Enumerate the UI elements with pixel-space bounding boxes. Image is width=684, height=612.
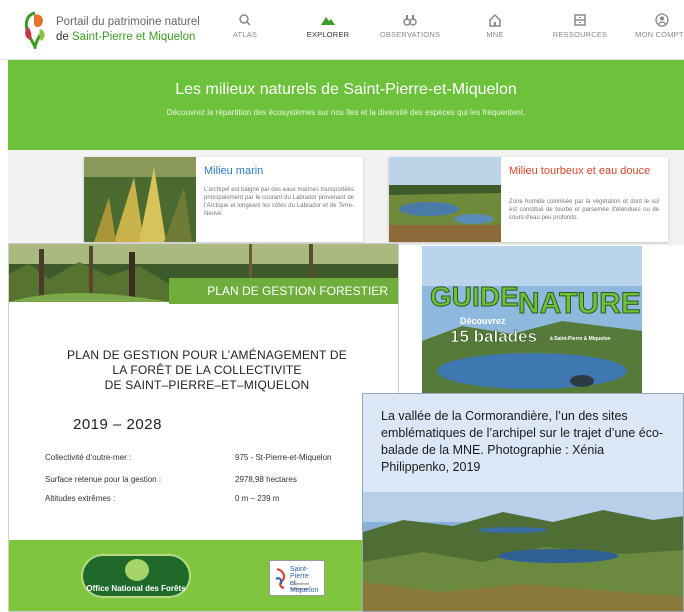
nav-observations-label: OBSERVATIONS — [379, 30, 441, 39]
spm-logo-line1: Saint-Pierre — [290, 566, 309, 580]
card-tourbeux-title: Milieu tourbeux et eau douce — [509, 165, 651, 177]
peat-thumbnail-image — [389, 157, 501, 242]
nav-explorer-label: EXPLORER — [306, 30, 350, 39]
card-marin-title: Milieu marin — [204, 165, 264, 177]
plan-years: 2019 – 2028 — [73, 416, 162, 433]
spm-logo-line3: Collectivité Territoriale — [290, 581, 310, 591]
nav-atlas-label: ATLAS — [232, 30, 258, 39]
plan-row-value: 0 m – 239 m — [235, 494, 280, 503]
plan-band: PLAN DE GESTION FORESTIER — [169, 278, 398, 304]
nav-mne[interactable]: MNE — [455, 12, 535, 39]
mountain-icon — [321, 17, 335, 25]
hero-subtitle: Découvrez la répartition des écosystèmes… — [166, 108, 526, 117]
search-icon — [239, 14, 251, 26]
nav-mon-compte-label: MON COMPTE — [635, 30, 684, 39]
plan-title-line2: LA FORÊT DE LA COLLECTIVITE — [112, 363, 302, 377]
nav-mon-compte[interactable]: MON COMPTE — [622, 12, 684, 39]
card-milieu-marin[interactable]: Milieu marin L'archipel est baigné par d… — [84, 157, 363, 242]
hero-title: Les milieux naturels de Saint-Pierre-et-… — [175, 81, 517, 98]
guide-title-word1: GUIDE — [430, 281, 519, 312]
guide-nature-cover: GUIDE NATURE Découvrez 15 balades à Sain… — [422, 246, 642, 398]
nav-observations[interactable]: OBSERVATIONS — [370, 12, 450, 39]
card-marin-text: L'archipel est baigné par des eaux marin… — [204, 187, 354, 217]
nav-ressources-label: RESSOURCES — [552, 30, 608, 39]
plan-title-line1: PLAN DE GESTION POUR L’AMÉNAGEMENT DE — [67, 348, 347, 362]
nav-atlas[interactable]: ATLAS — [205, 12, 285, 39]
plan-row-label: Surface retenue pour la gestion : — [45, 475, 162, 484]
photo-caption: La vallée de la Cormorandière, l’un des … — [381, 409, 664, 474]
spm-emblem-icon — [275, 567, 286, 589]
nav-mne-label: MNE — [486, 30, 504, 39]
user-icon — [655, 13, 669, 27]
onf-logo-text: Office National des Forêts — [86, 584, 186, 593]
forest-plan-document: PLAN DE GESTION FORESTIER PLAN DE GESTIO… — [8, 243, 399, 612]
card-milieu-tourbeux[interactable]: Milieu tourbeux et eau douce Zone humide… — [389, 157, 668, 242]
plan-footer: Office National des Forêts Saint-Pierre … — [9, 540, 398, 611]
archive-icon — [574, 14, 586, 26]
plan-row-collectivite: Collectivité d’outre-mer : 975 - St-Pier… — [45, 453, 331, 462]
guide-nature-cover-image: GUIDE NATURE Découvrez 15 balades à Sain… — [422, 246, 642, 398]
top-navigation-bar: Portail du patrimoine naturel de Saint-P… — [0, 0, 684, 60]
nav-ressources[interactable]: RESSOURCES — [540, 12, 620, 39]
plan-title-line3: DE SAINT–PIERRE–ET–MIQUELON — [104, 378, 310, 392]
house-icon — [489, 13, 501, 27]
plan-title: PLAN DE GESTION POUR L’AMÉNAGEMENT DE LA… — [37, 348, 377, 393]
cormorandiere-valley-image — [363, 492, 683, 611]
cormorandiere-photo-card: La vallée de la Cormorandière, l’un des … — [362, 393, 684, 612]
card-tourbeux-text: Zone humide colonisée par la végétation … — [509, 199, 659, 221]
plan-row-value: 975 - St-Pierre-et-Miquelon — [235, 453, 332, 462]
plan-row-label: Collectivité d’outre-mer : — [45, 453, 132, 462]
plan-row-altitudes: Altitudes extrêmes : 0 m – 239 m — [45, 494, 279, 503]
plan-row-surface: Surface retenue pour la gestion : 2978,9… — [45, 475, 297, 484]
nav-explorer[interactable]: EXPLORER — [288, 12, 368, 39]
main-nav: ATLAS EXPLORER OBSERVATIONS MNE RESSOURC… — [0, 12, 684, 52]
guide-title-word2: NATURE — [518, 287, 641, 320]
hero-banner: Les milieux naturels de Saint-Pierre-et-… — [8, 60, 684, 150]
plan-row-label: Altitudes extrêmes : — [45, 494, 116, 503]
spm-logo: Saint-Pierre et Miquelon Collectivité Te… — [269, 560, 325, 596]
guide-subtitle-line2: 15 balades — [450, 327, 537, 346]
marine-thumbnail-image — [84, 157, 196, 242]
globe-icon — [125, 559, 149, 581]
guide-subtitle-line1: Découvrez — [460, 316, 506, 326]
guide-subtitle-line3: à Saint-Pierre & Miquelon — [550, 336, 611, 342]
binoculars-icon — [403, 15, 417, 26]
plan-row-value: 2978,98 hectares — [235, 475, 297, 484]
onf-logo: Office National des Forêts — [81, 554, 191, 598]
